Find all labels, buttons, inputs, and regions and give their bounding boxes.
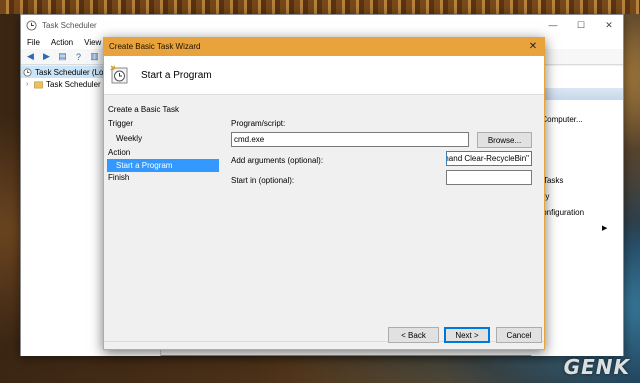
wizard-heading: Start a Program xyxy=(141,69,212,81)
genk-watermark: GENK xyxy=(563,355,630,379)
cancel-button[interactable]: Cancel xyxy=(496,327,542,343)
step-start-a-program: Start a Program xyxy=(107,159,219,172)
forward-arrow-icon[interactable]: ▶ xyxy=(40,50,53,63)
start-in-input[interactable] xyxy=(446,170,532,185)
step-finish: Finish xyxy=(108,173,130,183)
folder-icon xyxy=(34,81,43,88)
task-scheduler-icon xyxy=(26,19,37,31)
back-button[interactable]: < Back xyxy=(388,327,439,343)
submenu-arrow-icon[interactable]: ▶ xyxy=(602,224,607,232)
step-action: Action xyxy=(108,148,131,158)
up-folder-icon[interactable]: ▤ xyxy=(56,50,69,63)
program-script-label: Program/script: xyxy=(231,119,286,128)
close-button[interactable]: ✕ xyxy=(595,15,623,35)
maximize-button[interactable]: ☐ xyxy=(567,15,595,35)
wallpaper-pattern xyxy=(0,0,640,14)
program-script-input[interactable]: cmd.exe xyxy=(231,132,469,147)
arguments-label: Add arguments (optional): xyxy=(231,156,324,165)
view-pane-icon[interactable]: ▥ xyxy=(88,50,101,63)
wizard-titlebar: Create Basic Task Wizard xyxy=(109,42,201,51)
main-window-title: Task Scheduler xyxy=(42,20,97,30)
clock-icon xyxy=(23,68,32,76)
start-in-label: Start in (optional): xyxy=(231,176,295,185)
step-create-basic-task: Create a Basic Task xyxy=(108,104,179,114)
browse-button[interactable]: Browse... xyxy=(477,132,532,148)
window-controls: — ☐ ✕ xyxy=(539,15,623,35)
create-basic-task-wizard: Create Basic Task Wizard ✕ Start a Progr… xyxy=(103,37,545,350)
tree-root-label: Task Scheduler (Loc xyxy=(35,67,108,77)
help-icon[interactable]: ? xyxy=(72,50,85,63)
back-arrow-icon[interactable]: ◀ xyxy=(24,50,37,63)
menu-file[interactable]: File xyxy=(27,38,40,47)
menu-action[interactable]: Action xyxy=(51,38,73,47)
menu-view[interactable]: View xyxy=(84,38,101,47)
step-trigger: Trigger xyxy=(108,119,134,129)
wizard-body: Start a Program Create a Basic Task Trig… xyxy=(104,56,544,349)
wizard-close-button[interactable]: ✕ xyxy=(525,39,541,54)
actions-header xyxy=(532,88,623,100)
main-titlebar: Task Scheduler xyxy=(21,15,623,35)
tree-child-label: Task Scheduler L xyxy=(46,79,108,89)
step-weekly: Weekly xyxy=(116,133,143,143)
wizard-steps: Create a Basic Task Trigger Weekly Actio… xyxy=(107,103,219,184)
next-button[interactable]: Next > xyxy=(444,327,490,343)
arguments-input[interactable]: mand Clear-RecycleBin" xyxy=(446,151,532,166)
minimize-button[interactable]: — xyxy=(539,15,567,35)
chevron-right-icon[interactable]: › xyxy=(26,81,34,88)
action-form: Program/script: cmd.exe Browse... Add ar… xyxy=(231,56,536,296)
task-wizard-icon xyxy=(110,65,128,84)
